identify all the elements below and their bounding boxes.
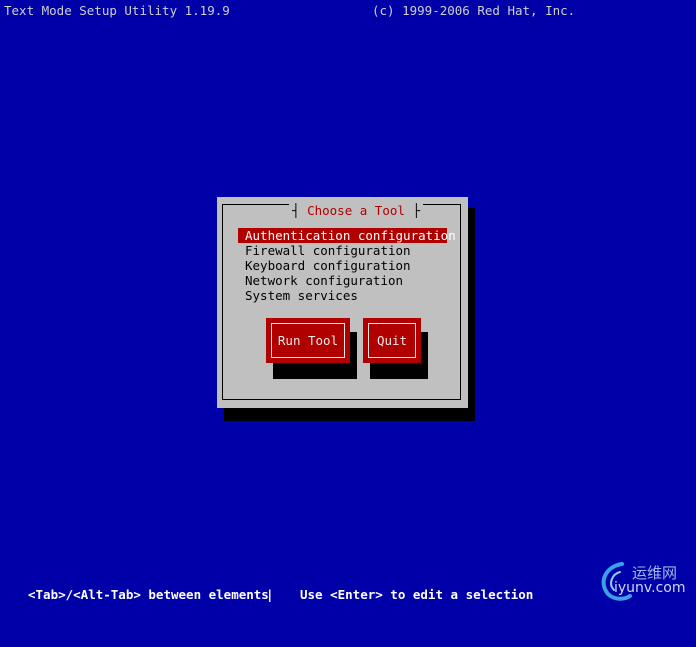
footer-separator: | — [266, 587, 274, 602]
tool-item-keyboard[interactable]: Keyboard configuration — [238, 258, 447, 273]
choose-tool-dialog: ┤ Choose a Tool ├ Authentication configu… — [217, 197, 468, 408]
tool-item-network[interactable]: Network configuration — [238, 273, 447, 288]
watermark-text-url: iyunv.com — [614, 580, 686, 596]
tool-item-authentication[interactable]: Authentication configuration — [238, 228, 456, 243]
run-tool-button-label: Run Tool — [271, 323, 345, 358]
title-right-tick: ├ — [412, 203, 420, 218]
footer-hint-tab: <Tab>/<Alt-Tab> between elements — [28, 587, 269, 602]
dialog-title-container: ┤ Choose a Tool ├ — [289, 204, 423, 218]
title-left-tick: ┤ — [292, 203, 300, 218]
app-title: Text Mode Setup Utility 1.19.9 — [4, 3, 230, 18]
run-tool-button[interactable]: Run Tool — [266, 318, 350, 363]
tool-list[interactable]: Authentication configuration Firewall co… — [238, 228, 456, 303]
quit-button[interactable]: Quit — [363, 318, 421, 363]
footer-hint-enter: Use <Enter> to edit a selection — [300, 587, 534, 602]
copyright-text: (c) 1999-2006 Red Hat, Inc. — [372, 3, 576, 18]
status-bar: <Tab>/<Alt-Tab> between elements | Use <… — [0, 587, 696, 604]
quit-button-label: Quit — [368, 323, 416, 358]
tool-item-system-services[interactable]: System services — [238, 288, 447, 303]
dialog-title: Choose a Tool — [307, 203, 405, 218]
tool-item-firewall[interactable]: Firewall configuration — [238, 243, 447, 258]
